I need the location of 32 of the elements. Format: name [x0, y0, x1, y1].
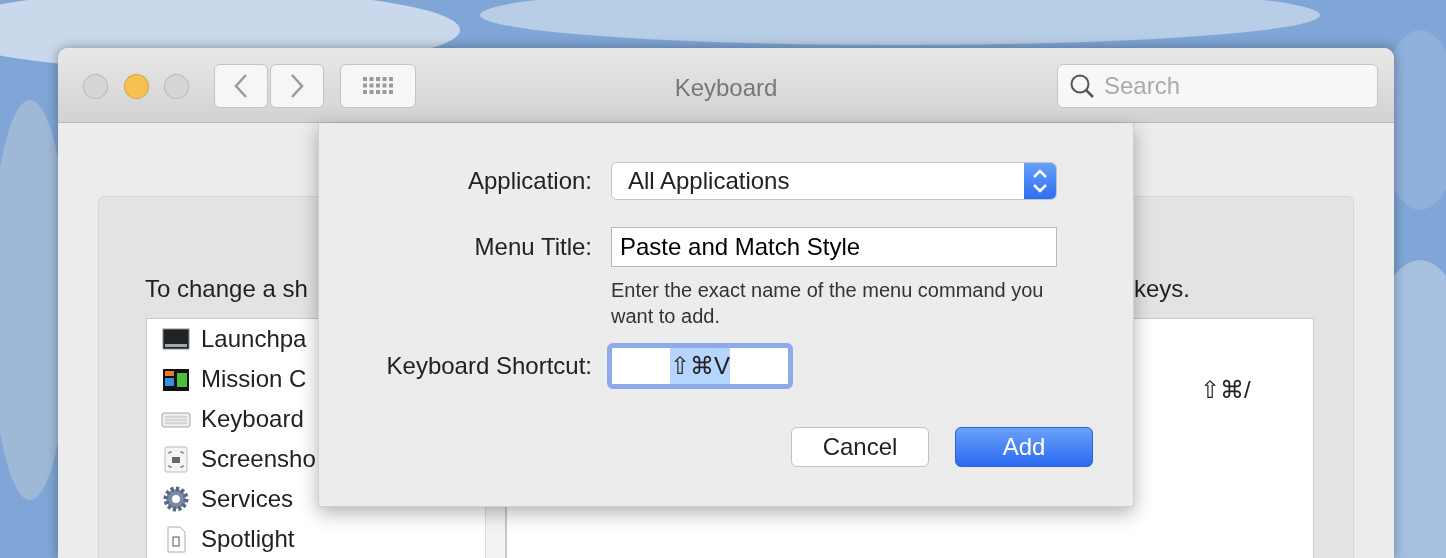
search-icon — [1069, 73, 1095, 99]
field-label: Keyboard Shortcut: — [385, 351, 592, 381]
menu-title-field[interactable]: Paste and Match Style — [611, 227, 1057, 267]
shortcut-field[interactable]: ⇧⌘V — [607, 343, 793, 389]
gear-icon — [161, 484, 191, 514]
back-button[interactable] — [214, 64, 268, 108]
search-field[interactable]: Search — [1057, 64, 1378, 108]
field-label: Application: — [466, 166, 592, 196]
field-label: Menu Title: — [473, 232, 592, 262]
add-button[interactable]: Add — [955, 427, 1093, 467]
instruction-text: To change a sh — [145, 274, 308, 304]
chevron-left-icon — [234, 73, 248, 99]
chevron-right-icon — [290, 73, 304, 99]
forward-button[interactable] — [270, 64, 324, 108]
instruction-text: keys. — [1134, 274, 1190, 304]
help-text: Enter the exact name of the menu command you want to add. — [611, 278, 1045, 329]
grid-icon — [363, 77, 393, 95]
category-item[interactable]: Screensho — [201, 441, 316, 477]
window-control[interactable] — [83, 74, 108, 99]
window-title: Keyboard — [674, 73, 778, 103]
window-control[interactable] — [124, 74, 149, 99]
window-control[interactable] — [164, 74, 189, 99]
category-item[interactable]: Services — [201, 481, 294, 517]
screenshot-icon — [161, 444, 191, 474]
category-item[interactable]: Mission C — [201, 361, 307, 397]
application-popup[interactable]: All Applications — [611, 162, 1057, 200]
shortcut-text: ⇧⌘/ — [1200, 375, 1251, 405]
category-item[interactable]: Spotlight — [201, 521, 295, 557]
category-item[interactable]: Launchpa — [201, 321, 307, 357]
cancel-button[interactable]: Cancel — [791, 427, 929, 467]
show-all-button[interactable] — [340, 64, 416, 108]
category-item[interactable]: Keyboard — [201, 401, 304, 437]
